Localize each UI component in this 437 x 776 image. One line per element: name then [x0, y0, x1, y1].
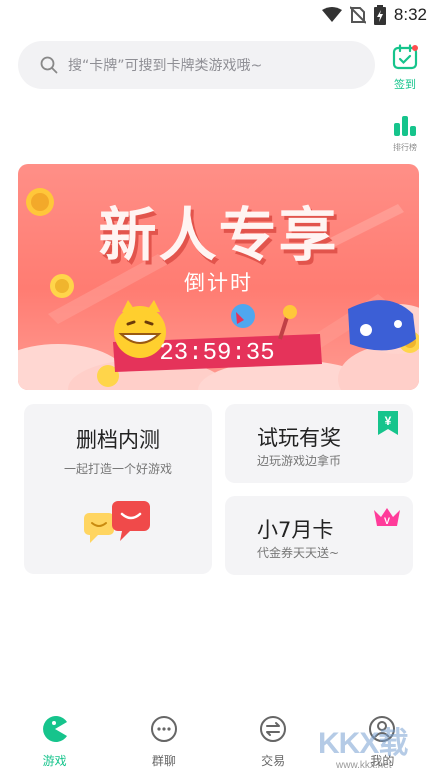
status-bar: 8:32: [0, 0, 437, 30]
chat-bubbles-icon: [84, 501, 150, 543]
promo-banner[interactable]: 新人专享 倒计时 23:59:35: [18, 164, 419, 390]
exchange-icon: [260, 716, 287, 742]
vip-crown-icon: V: [374, 508, 400, 526]
card-beta-test-title: 删档内测: [76, 428, 160, 452]
ranking-button[interactable]: 排行榜: [385, 114, 425, 153]
card-trial-reward-subtitle: 边玩游戏边拿币: [257, 454, 342, 468]
tab-games[interactable]: 游戏: [0, 705, 109, 776]
bar-chart-icon: [394, 116, 416, 136]
tab-games-label: 游戏: [42, 754, 67, 768]
card-beta-test[interactable]: 删档内测 一起打造一个好游戏: [24, 404, 212, 574]
watermark-logo: KKX载: [318, 727, 408, 760]
calendar-check-icon: [392, 44, 418, 70]
game-pacman-icon: [42, 716, 67, 742]
wifi-icon: [321, 7, 342, 22]
no-sim-icon: [349, 6, 366, 24]
card-monthly-pass-title: 小7月卡: [257, 518, 334, 542]
search-placeholder: 搜“卡牌”可搜到卡牌类游戏哦~: [68, 58, 263, 74]
checkin-button[interactable]: 签到: [385, 44, 425, 92]
yuan-bookmark-icon: ¥: [378, 411, 398, 435]
search-input[interactable]: 搜“卡牌”可搜到卡牌类游戏哦~: [18, 41, 375, 89]
battery-icon: [373, 5, 386, 25]
banner-countdown: 23:59:35: [159, 340, 275, 367]
tab-trade-label: 交易: [261, 754, 286, 768]
search-icon: [40, 56, 58, 74]
card-monthly-pass[interactable]: 小7月卡 代金券天天送~ V: [225, 496, 413, 575]
checkin-label: 签到: [394, 78, 416, 91]
card-trial-reward-title: 试玩有奖: [257, 426, 341, 450]
chat-dots-icon: [150, 716, 177, 742]
card-trial-reward[interactable]: 试玩有奖 边玩游戏边拿币 ¥: [225, 404, 413, 483]
svg-text:¥: ¥: [385, 414, 392, 428]
banner-title: 新人专享: [98, 201, 339, 269]
ranking-label: 排行榜: [393, 143, 417, 152]
card-monthly-pass-subtitle: 代金券天天送~: [257, 546, 340, 560]
banner-subtitle: 倒计时: [184, 271, 253, 295]
svg-text:V: V: [384, 516, 390, 526]
watermark-url: www.kkx.net: [336, 760, 392, 771]
tab-trade[interactable]: 交易: [219, 705, 328, 776]
tab-group-chat[interactable]: 群聊: [109, 705, 218, 776]
status-time: 8:32: [393, 5, 427, 24]
tab-group-chat-label: 群聊: [151, 754, 176, 768]
card-beta-test-subtitle: 一起打造一个好游戏: [63, 462, 172, 476]
